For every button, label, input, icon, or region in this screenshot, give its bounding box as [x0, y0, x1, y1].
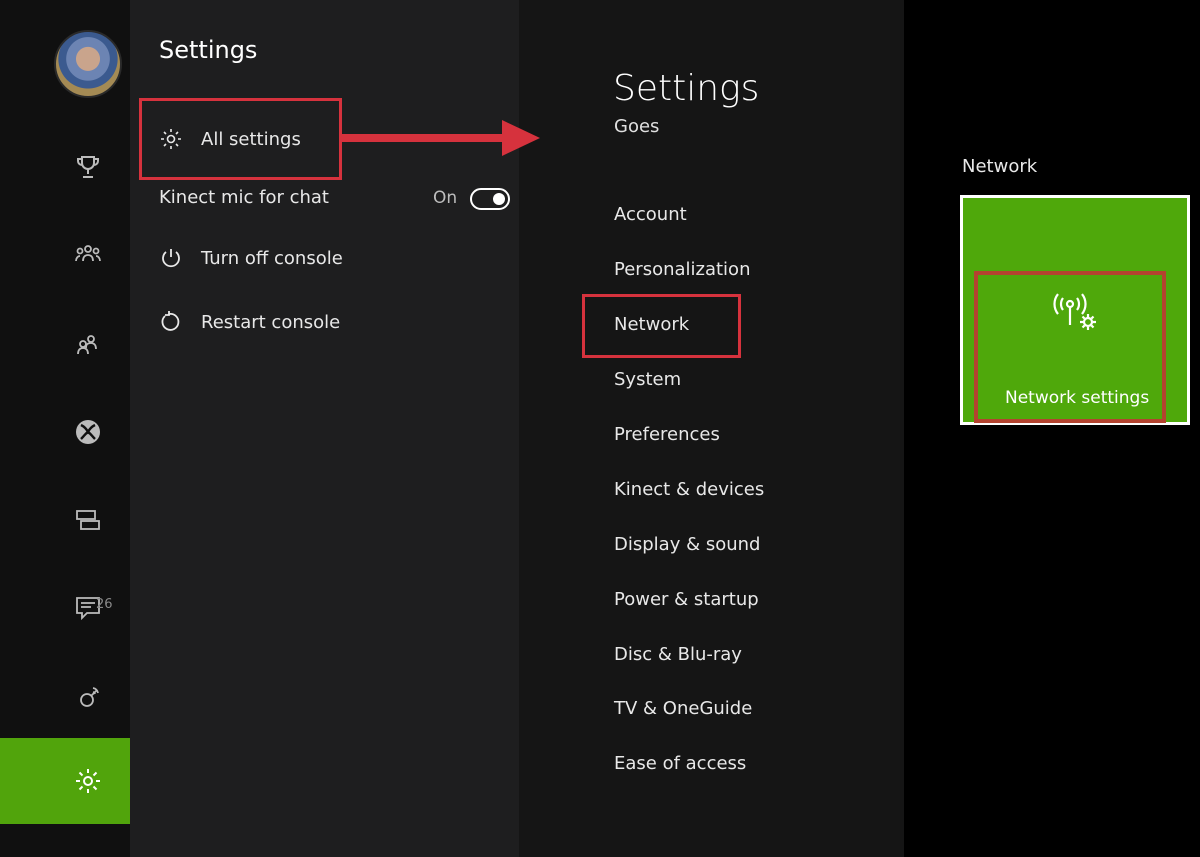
friends-icon[interactable] — [66, 232, 110, 276]
restart-console-label: Restart console — [201, 311, 341, 333]
left-rail: 26 — [0, 0, 130, 857]
toggle-knob — [493, 193, 505, 205]
restart-icon — [161, 311, 180, 331]
highlight-network — [582, 294, 741, 358]
gamertag: Goes — [614, 116, 660, 137]
settings-title: Settings — [613, 68, 760, 109]
power-icon — [162, 249, 180, 268]
annotation-arrow — [340, 120, 540, 156]
broadcast-icon[interactable] — [66, 676, 110, 720]
messages-icon[interactable] — [66, 498, 110, 542]
menu-item-display-sound[interactable]: Display & sound — [614, 534, 760, 555]
menu-item-account[interactable]: Account — [614, 204, 687, 225]
menu-item-tv-oneguide[interactable]: TV & OneGuide — [614, 698, 752, 719]
guide-title: Settings — [159, 36, 258, 64]
menu-item-kinect-devices[interactable]: Kinect & devices — [614, 479, 764, 500]
notification-count-badge: 26 — [96, 597, 113, 612]
highlight-network-settings-tile — [974, 271, 1166, 423]
xbox-icon[interactable] — [66, 410, 110, 454]
trophy-icon[interactable] — [66, 145, 110, 189]
menu-item-personalization[interactable]: Personalization — [614, 259, 750, 280]
menu-item-system[interactable]: System — [614, 369, 681, 390]
restart-console-button[interactable]: Restart console — [159, 310, 340, 334]
kinect-mic-label: Kinect mic for chat — [159, 187, 329, 208]
kinect-mic-toggle[interactable] — [470, 188, 510, 210]
menu-item-power-startup[interactable]: Power & startup — [614, 589, 759, 610]
kinect-mic-row[interactable]: Kinect mic for chat — [159, 187, 329, 208]
highlight-all-settings — [139, 98, 342, 180]
menu-item-disc-bluray[interactable]: Disc & Blu-ray — [614, 644, 742, 665]
turn-off-console-button[interactable]: Turn off console — [159, 246, 343, 270]
avatar[interactable] — [54, 30, 122, 98]
network-section-heading: Network — [962, 156, 1038, 177]
turn-off-console-label: Turn off console — [201, 247, 343, 269]
settings-rail-tab[interactable] — [0, 738, 130, 824]
kinect-mic-state: On — [433, 188, 458, 208]
menu-item-ease-of-access[interactable]: Ease of access — [614, 753, 746, 774]
settings-gear-icon — [66, 759, 110, 803]
party-icon[interactable] — [66, 322, 110, 366]
menu-item-preferences[interactable]: Preferences — [614, 424, 720, 445]
